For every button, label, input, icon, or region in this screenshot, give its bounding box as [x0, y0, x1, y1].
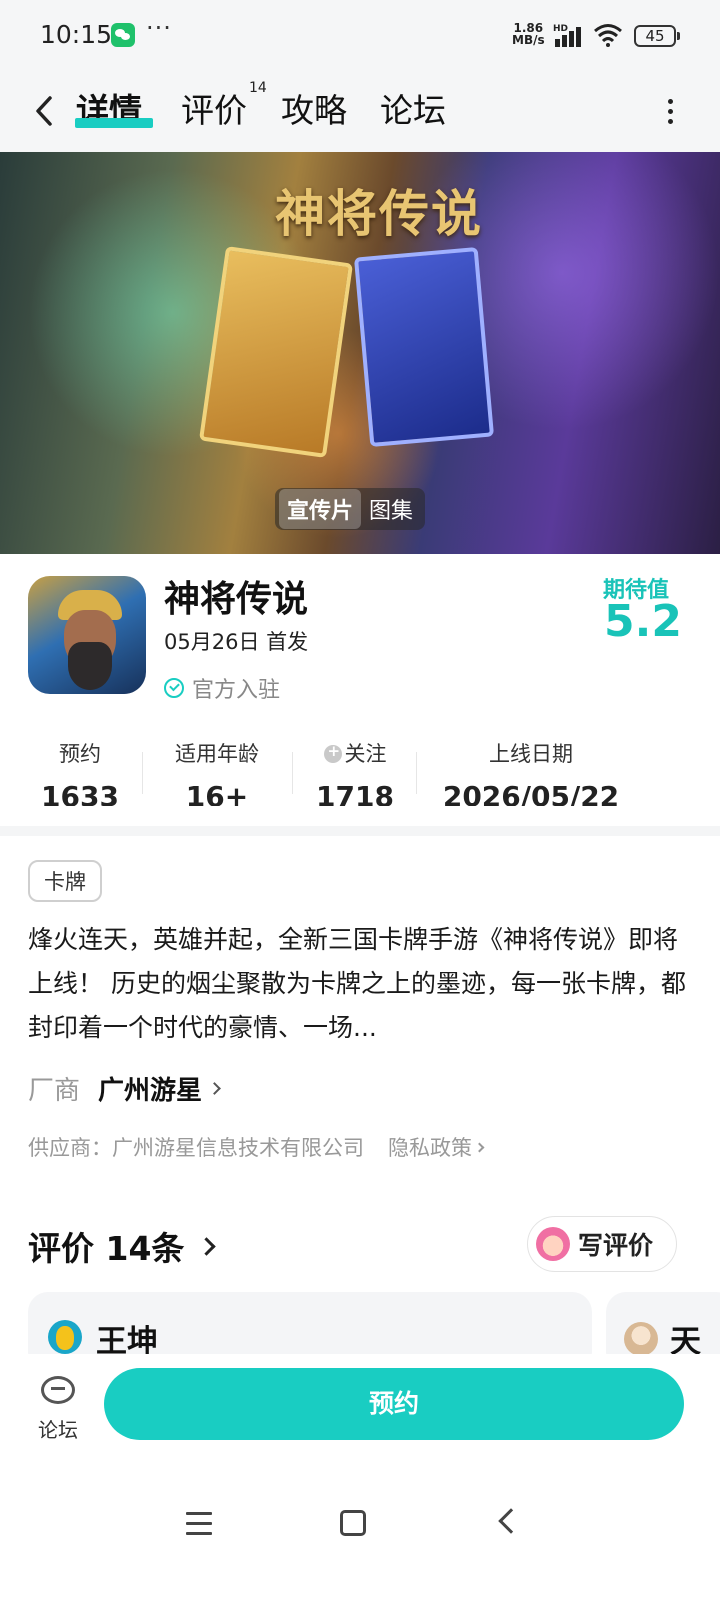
home-icon[interactable] — [340, 1510, 366, 1536]
stat-label: 适用年龄 — [175, 742, 259, 766]
bottom-action-bar: 论坛 预约 — [0, 1354, 720, 1464]
follow-heart-icon — [323, 742, 342, 763]
reviews-header[interactable]: 评价 14条 — [28, 1222, 217, 1270]
vendor-row[interactable]: 厂商 广州游星 — [28, 1070, 221, 1107]
media-switcher: 宣传片 图集 — [275, 488, 426, 530]
forum-button[interactable]: 论坛 — [30, 1374, 86, 1444]
menu-icon[interactable] — [186, 1512, 212, 1535]
vendor-name[interactable]: 广州游星 — [98, 1070, 202, 1107]
stat-label: 预约 — [59, 742, 101, 766]
supplier-text: 供应商：广州游星信息技术有限公司 — [28, 1136, 364, 1160]
tab-reviews[interactable]: 评价 — [181, 84, 247, 132]
stat-label-row: 关注 — [306, 738, 404, 768]
more-vertical-icon[interactable] — [660, 94, 680, 134]
notification-more-dots: ··· — [146, 14, 172, 42]
stat-label: 关注 — [344, 742, 387, 766]
stat-divider — [292, 752, 293, 794]
avatar[interactable] — [48, 1320, 82, 1354]
system-nav-bar — [0, 1464, 720, 1600]
game-app-icon — [28, 576, 146, 694]
promo-banner[interactable]: 神将传说 宣传片 图集 — [0, 152, 720, 554]
write-review-button[interactable]: 写评价 — [527, 1216, 677, 1272]
official-label: 官方入驻 — [192, 678, 281, 703]
forum-label: 论坛 — [38, 1418, 78, 1442]
banner-card-gold — [198, 246, 354, 458]
nav-back-icon[interactable] — [498, 1508, 524, 1534]
stat-value: 1633 — [41, 780, 119, 806]
section-divider — [0, 826, 720, 836]
wifi-icon — [594, 24, 622, 47]
vendor-label: 厂商 — [28, 1076, 81, 1106]
official-badge: 官方入驻 — [164, 672, 280, 704]
network-speed: 1.86 MB/s — [512, 22, 545, 46]
chevron-right-icon — [197, 1236, 217, 1256]
privacy-policy-label: 隐私政策 — [388, 1136, 472, 1160]
reviews-count-badge: 14 — [249, 80, 267, 96]
write-review-label: 写评价 — [578, 1231, 654, 1260]
top-nav: 详情 评价 攻略 论坛 — [0, 72, 720, 152]
chevron-right-icon — [474, 1142, 485, 1152]
stat-launch-date: 上线日期 2026/05/22 — [434, 738, 628, 806]
stat-follows[interactable]: 关注 1718 — [306, 738, 404, 806]
mascot-avatar-icon — [536, 1227, 570, 1261]
expectation-score: 5.2 — [604, 596, 682, 647]
game-description[interactable]: 烽火连天，英雄并起，全新三国卡牌手游《神将传说》即将上线！ 历史的烟尘聚散为卡牌… — [28, 918, 692, 1050]
genre-tag[interactable]: 卡牌 — [28, 860, 102, 902]
stat-value: 2026/05/22 — [442, 780, 620, 806]
banner-card-blue — [353, 246, 495, 448]
tab-guides[interactable]: 攻略 — [281, 84, 347, 132]
media-tab-video[interactable]: 宣传片 — [279, 489, 362, 529]
stat-value: 1718 — [316, 780, 394, 806]
stat-value: 16+ — [185, 780, 249, 806]
game-title: 神将传说 — [164, 579, 309, 620]
wechat-icon — [111, 23, 135, 47]
tab-forum[interactable]: 论坛 — [380, 84, 446, 132]
battery-icon: 45 — [634, 25, 680, 47]
reserve-button[interactable]: 预约 — [104, 1368, 684, 1440]
avatar[interactable] — [624, 1322, 658, 1356]
status-bar: 10:15 ··· 1.86 MB/s HD 45 — [0, 0, 720, 72]
release-note: 05月26日 首发 — [164, 630, 309, 654]
stat-age-rating: 适用年龄 16+ — [160, 738, 274, 806]
stat-divider — [416, 752, 417, 794]
privacy-policy-link[interactable]: 隐私政策 — [388, 1132, 485, 1162]
network-speed-unit: MB/s — [512, 33, 545, 47]
media-tab-gallery[interactable]: 图集 — [361, 489, 421, 529]
active-tab-indicator — [75, 118, 153, 128]
signal-icon — [555, 25, 585, 47]
stat-label: 上线日期 — [489, 742, 573, 766]
forum-chat-icon — [41, 1376, 75, 1404]
back-arrow-icon[interactable] — [26, 86, 66, 136]
banner-logo-text: 神将传说 — [275, 184, 483, 243]
stat-divider — [142, 752, 143, 794]
supplier-row: 供应商：广州游星信息技术有限公司 隐私政策 — [28, 1132, 485, 1162]
chevron-right-icon — [208, 1082, 221, 1095]
verified-check-icon — [164, 678, 184, 698]
stat-reservations: 预约 1633 — [28, 738, 132, 806]
reviews-title: 评价 14条 — [28, 1229, 185, 1268]
status-time: 10:15 — [40, 20, 113, 49]
